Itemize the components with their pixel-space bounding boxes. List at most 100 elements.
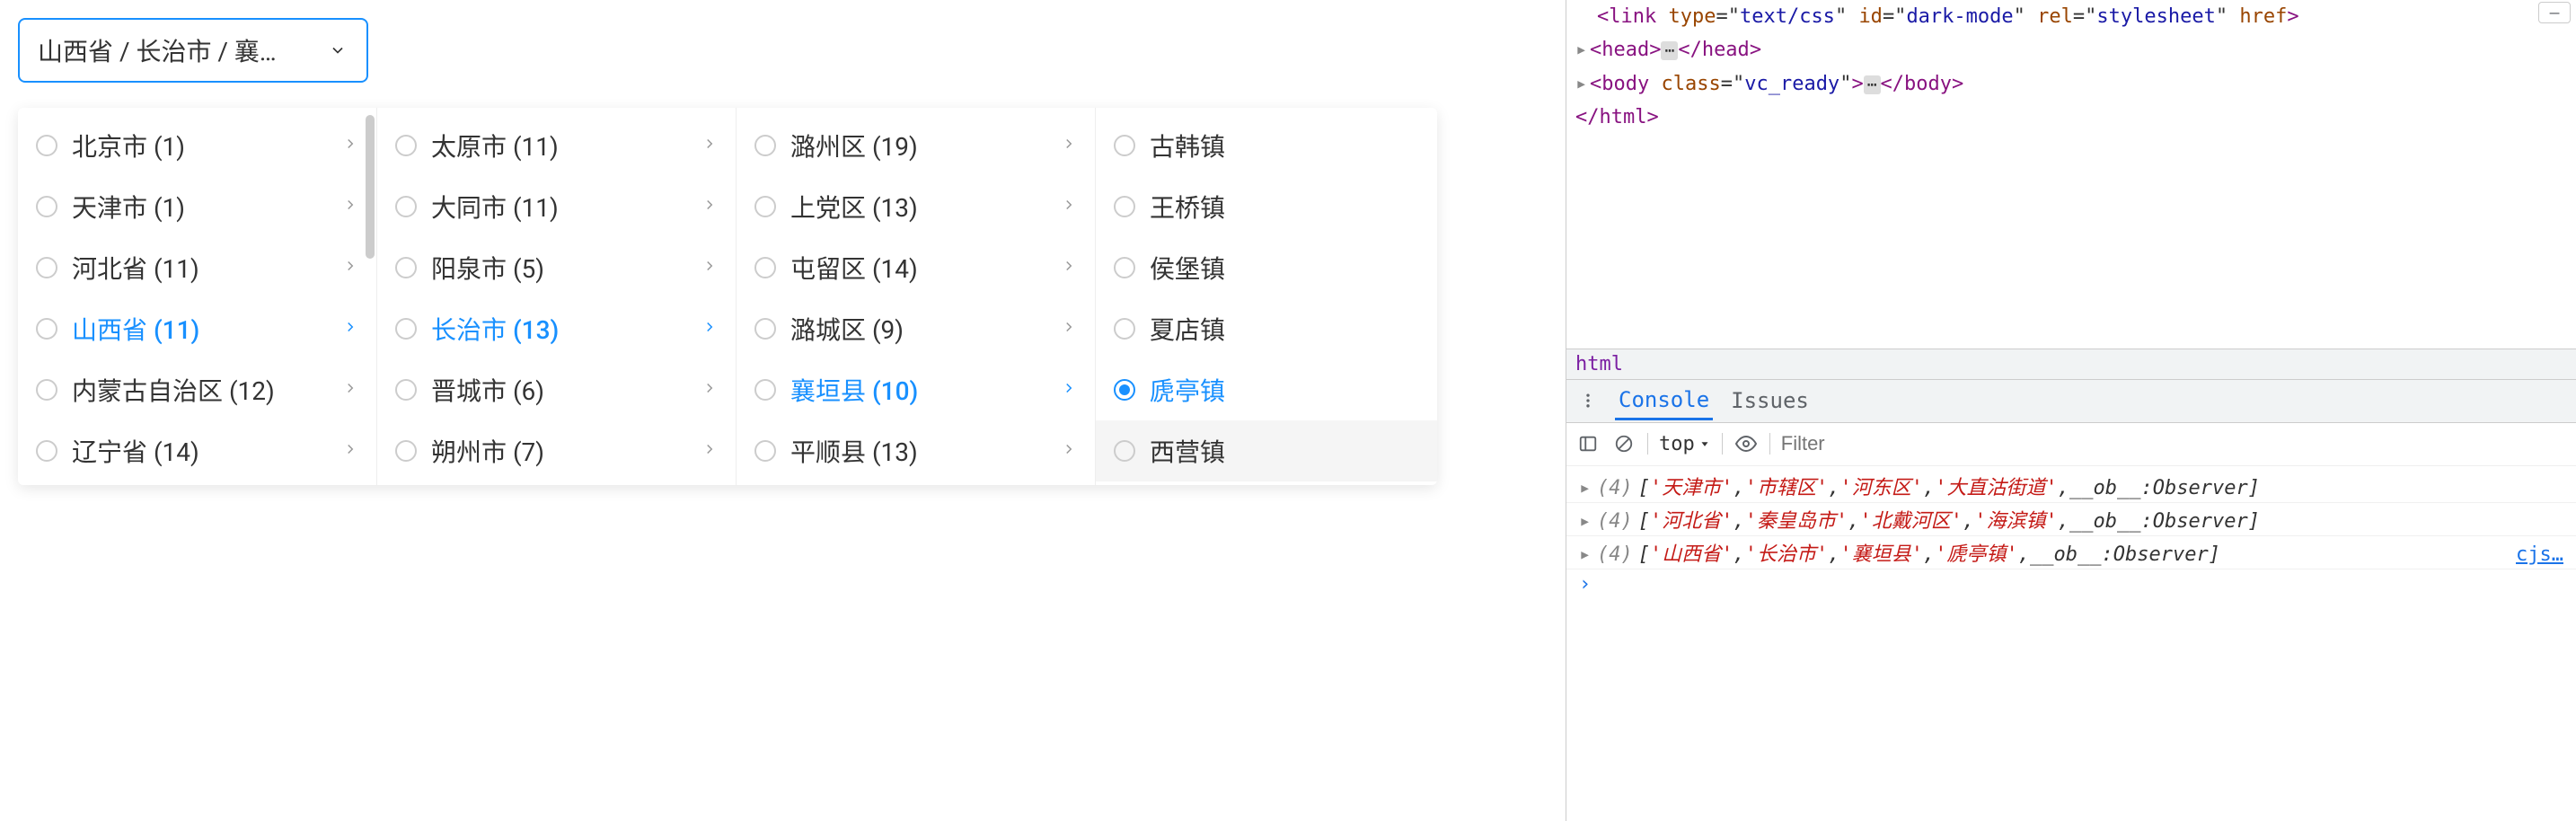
minimize-button[interactable]: — (2538, 2, 2571, 23)
radio-icon[interactable] (754, 318, 776, 340)
breadcrumb-item[interactable]: html (1575, 353, 1623, 375)
radio-icon[interactable] (1114, 257, 1135, 278)
expand-triangle-icon[interactable]: ▸ (1579, 477, 1597, 499)
option-label: 上党区 (13) (790, 189, 1061, 225)
cascader-option[interactable]: 古韩镇 (1096, 115, 1437, 176)
dom-node-row[interactable]: ▸<body class="vc_ready">⋯</body> (1575, 67, 2567, 101)
cascader-column[interactable]: 北京市 (1)天津市 (1) 河北省 (11) 山西省 (11)内蒙古自治区 (12… (18, 108, 377, 485)
option-label: 屯留区 (14) (790, 250, 1061, 286)
elements-panel[interactable]: <link type="text/css" id="dark-mode" rel… (1566, 0, 2576, 349)
filter-input[interactable] (1781, 432, 2567, 455)
radio-icon[interactable] (1114, 196, 1135, 217)
tab-issues[interactable]: Issues (1727, 383, 1813, 419)
option-label: 长治市 (13) (431, 311, 701, 347)
cascader-option[interactable]: 朔州市 (7) (377, 420, 736, 481)
console-tabs: Console Issues (1566, 380, 2576, 423)
cascader-option[interactable]: 西营镇 (1096, 420, 1437, 481)
dom-node-row[interactable]: ▸<head>⋯</head> (1575, 33, 2567, 66)
cascader-option[interactable]: 屯留区 (14) (737, 237, 1095, 298)
cascader-dropdown: 北京市 (1)天津市 (1) 河北省 (11) 山西省 (11)内蒙古自治区 (12… (18, 108, 1437, 485)
cascader-option[interactable]: 河北省 (11) (18, 237, 376, 298)
cascader-option[interactable]: 上党区 (13) (737, 176, 1095, 237)
chevron-right-icon (701, 318, 718, 340)
expand-triangle-icon[interactable]: ▸ (1579, 543, 1597, 566)
cascader-option[interactable]: 襄垣县 (10) (737, 359, 1095, 420)
option-label: 河北省 (11) (72, 250, 342, 286)
cascader-option[interactable]: 大同市 (11) (377, 176, 736, 237)
radio-icon[interactable] (395, 135, 417, 156)
option-label: 古韩镇 (1150, 128, 1419, 163)
radio-icon[interactable] (1114, 318, 1135, 340)
cascader-option[interactable]: 虒亭镇 (1096, 359, 1437, 420)
cascader-option[interactable]: 阳泉市 (5) (377, 237, 736, 298)
radio-icon[interactable] (754, 440, 776, 462)
cascader-value: 山西省 / 长治市 / 襄… (38, 32, 277, 68)
radio-icon[interactable] (1114, 379, 1135, 401)
devtools-panel: — <link type="text/css" id="dark-mode" r… (1566, 0, 2576, 821)
radio-icon[interactable] (395, 257, 417, 278)
cascader-option[interactable]: 辽宁省 (14) (18, 420, 376, 481)
cascader-option[interactable]: 山西省 (11) (18, 298, 376, 359)
radio-icon[interactable] (1114, 440, 1135, 462)
radio-icon[interactable] (395, 196, 417, 217)
chevron-right-icon (1061, 440, 1077, 462)
cascader-option[interactable]: 侯堡镇 (1096, 237, 1437, 298)
console-log-row[interactable]: ▸(4)['天津市', '市辖区', '河东区', '大直沽街道', __ob_… (1566, 470, 2576, 503)
option-label: 虒亭镇 (1150, 372, 1419, 408)
radio-icon[interactable] (395, 318, 417, 340)
console-log-row[interactable]: ▸(4)['山西省', '长治市', '襄垣县', '虒亭镇', __ob__:… (1566, 536, 2576, 569)
eye-icon[interactable] (1734, 431, 1759, 456)
option-label: 王桥镇 (1150, 189, 1419, 225)
radio-icon[interactable] (754, 379, 776, 401)
cascader-option[interactable]: 潞州区 (19) (737, 115, 1095, 176)
dom-node-row[interactable]: </html> (1575, 101, 2567, 134)
cascader-option[interactable]: 长治市 (13) (377, 298, 736, 359)
dom-node-row[interactable]: <link type="text/css" id="dark-mode" rel… (1575, 0, 2567, 33)
log-source-link[interactable]: cjs… (2516, 543, 2563, 566)
radio-icon[interactable] (754, 196, 776, 217)
kebab-menu-icon[interactable] (1575, 388, 1601, 413)
chevron-down-icon (327, 40, 348, 61)
app-preview-pane: 山西省 / 长治市 / 襄… 北京市 (1)天津市 (1) 河北省 (11) 山西省… (0, 0, 1566, 821)
chevron-right-icon (342, 135, 358, 156)
radio-icon[interactable] (395, 379, 417, 401)
sidebar-toggle-icon[interactable] (1575, 431, 1601, 456)
cascader-option[interactable]: 天津市 (1) (18, 176, 376, 237)
context-selector[interactable]: top (1659, 433, 1711, 455)
option-label: 夏店镇 (1150, 311, 1419, 347)
radio-icon[interactable] (36, 135, 57, 156)
option-label: 西营镇 (1150, 433, 1419, 469)
clear-console-icon[interactable] (1611, 431, 1636, 456)
radio-icon[interactable] (1114, 135, 1135, 156)
elements-breadcrumb[interactable]: html (1566, 349, 2576, 380)
cascader-option[interactable]: 王桥镇 (1096, 176, 1437, 237)
cascader-option[interactable]: 太原市 (11) (377, 115, 736, 176)
tab-console[interactable]: Console (1615, 382, 1713, 420)
radio-icon[interactable] (395, 440, 417, 462)
chevron-right-icon (701, 379, 718, 401)
console-output[interactable]: ▸(4)['天津市', '市辖区', '河东区', '大直沽街道', __ob_… (1566, 466, 2576, 821)
cascader-option[interactable]: 北京市 (1) (18, 115, 376, 176)
cascader-option[interactable]: 内蒙古自治区 (12) (18, 359, 376, 420)
cascader-input[interactable]: 山西省 / 长治市 / 襄… (18, 18, 368, 83)
radio-icon[interactable] (36, 440, 57, 462)
console-log-row[interactable]: ▸(4)['河北省', '秦皇岛市', '北戴河区', '海滨镇', __ob_… (1566, 503, 2576, 536)
console-prompt[interactable]: › (1566, 569, 2576, 599)
radio-icon[interactable] (36, 257, 57, 278)
cascader-column[interactable]: 太原市 (11)大同市 (11)阳泉市 (5) 长治市 (13) 晋城市 (6)朔州… (377, 108, 737, 485)
cascader-option[interactable]: 夏店镇 (1096, 298, 1437, 359)
radio-icon[interactable] (754, 257, 776, 278)
cascader-option[interactable]: 潞城区 (9) (737, 298, 1095, 359)
cascader-option[interactable]: 平顺县 (13) (737, 420, 1095, 481)
radio-icon[interactable] (36, 196, 57, 217)
expand-triangle-icon[interactable]: ▸ (1579, 510, 1597, 533)
chevron-right-icon (342, 440, 358, 462)
radio-icon[interactable] (36, 318, 57, 340)
radio-icon[interactable] (36, 379, 57, 401)
cascader-option[interactable]: 晋城市 (6) (377, 359, 736, 420)
separator (1647, 433, 1648, 455)
cascader-column[interactable]: 潞州区 (19) 上党区 (13) 屯留区 (14) 潞城区 (9)襄垣县 (10)平… (737, 108, 1096, 485)
radio-icon[interactable] (754, 135, 776, 156)
scrollbar-thumb[interactable] (366, 115, 375, 259)
cascader-column[interactable]: 古韩镇王桥镇侯堡镇夏店镇虒亭镇西营镇 (1096, 108, 1437, 485)
